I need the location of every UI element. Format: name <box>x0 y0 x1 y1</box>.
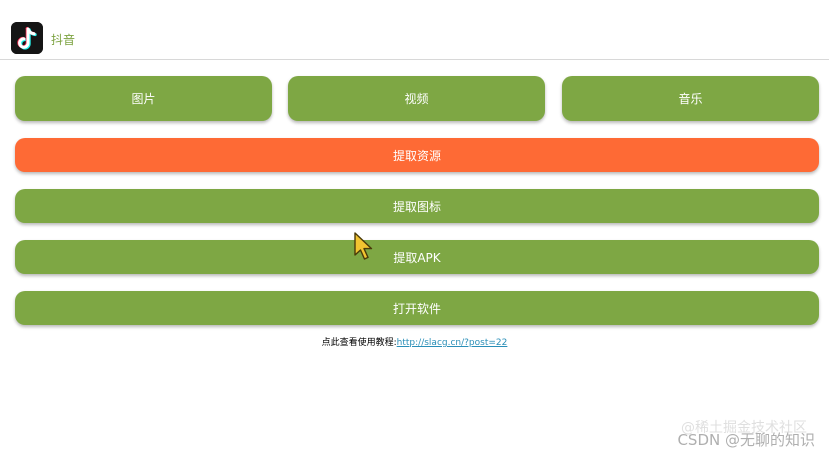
tab-music[interactable]: 音乐 <box>562 76 819 121</box>
tab-images[interactable]: 图片 <box>15 76 272 121</box>
tutorial-label: 点此查看使用教程: <box>321 338 397 348</box>
extract-icon-button[interactable]: 提取图标 <box>15 189 819 223</box>
open-app-button[interactable]: 打开软件 <box>15 291 819 325</box>
app-header: 抖音 <box>0 0 829 60</box>
tutorial-line: 点此查看使用教程:http://slacg.cn/?post=22 <box>0 335 829 348</box>
app-name: 抖音 <box>51 33 76 47</box>
extract-apk-button[interactable]: 提取APK <box>15 240 819 274</box>
mouse-cursor-icon <box>354 232 373 260</box>
tab-videos[interactable]: 视频 <box>288 76 545 121</box>
app-window: 抖音 图片 视频 音乐 提取资源 提取图标 提取APK 打开软件 点此查看使用教… <box>0 0 829 460</box>
extract-resources-button[interactable]: 提取资源 <box>15 138 819 172</box>
watermark: CSDN @无聊的知识 <box>677 431 815 449</box>
tutorial-link[interactable]: http://slacg.cn/?post=22 <box>397 338 508 348</box>
tiktok-logo-icon <box>11 22 43 54</box>
